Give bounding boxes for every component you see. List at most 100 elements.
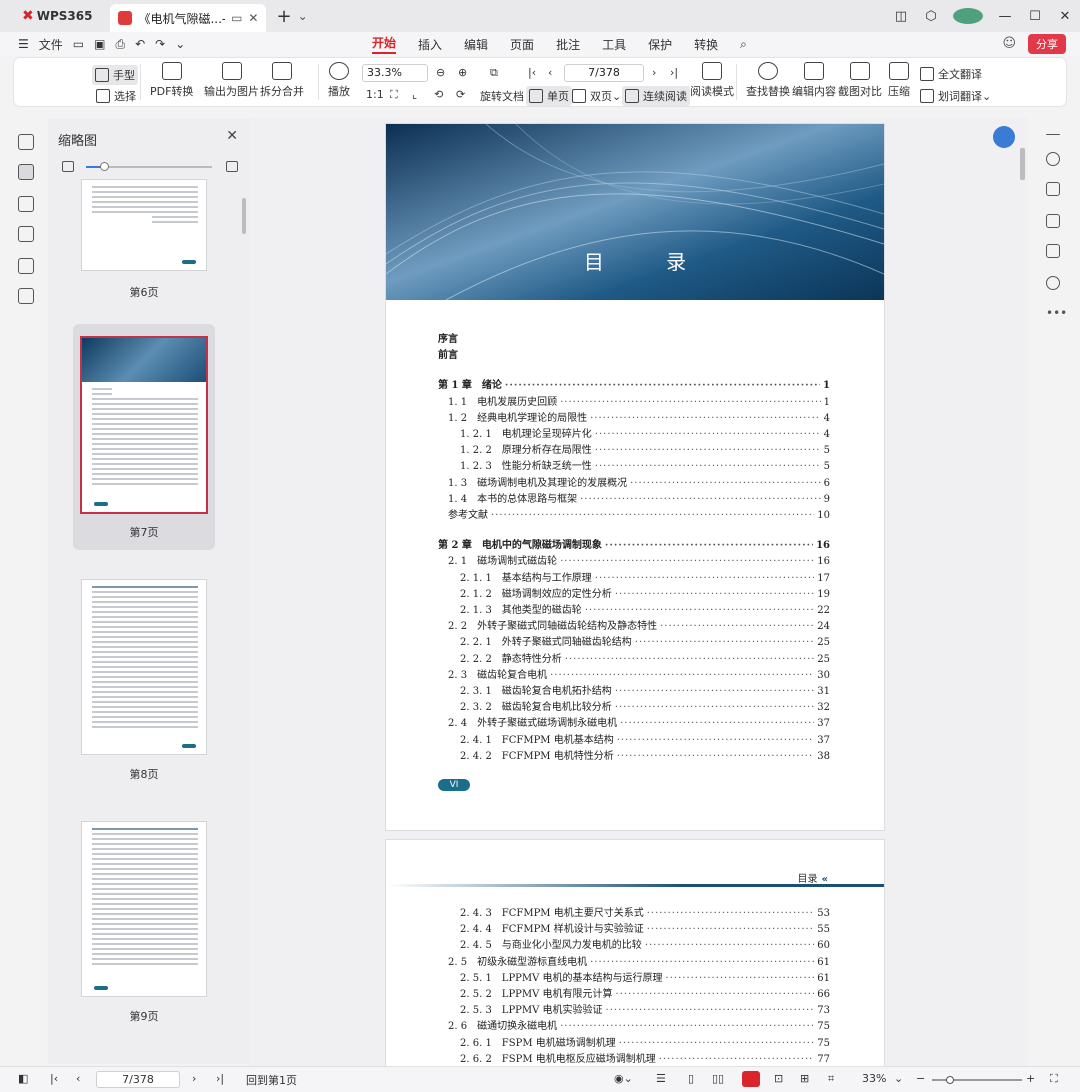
last-page-icon[interactable]: ›| [670,66,678,79]
comment-icon[interactable] [18,196,34,212]
last-page-icon[interactable]: ›| [216,1072,224,1085]
status-page-input[interactable]: 7/378 [96,1071,180,1088]
thumbnail-page-7[interactable]: 第7页 [73,324,215,550]
reading-mode-button[interactable]: 阅读模式 [690,62,734,99]
attachment-icon[interactable] [18,226,34,242]
toc-entry[interactable]: 1. 4 本书的总体思路与框架 ·························… [448,490,830,505]
bookmark-icon[interactable] [18,134,34,150]
rotate-document-button[interactable]: 旋转文档 [480,88,524,104]
zoom-in-icon[interactable]: + [1026,1072,1035,1085]
export-image-button[interactable]: 输出为图片 [204,62,259,99]
translate-side-icon[interactable] [1046,182,1060,196]
single-page-view-icon[interactable]: ▯ [688,1072,694,1085]
document-tab[interactable]: 《电机气隙磁...-7.pdf ▭ ✕ [110,4,267,32]
maximize-icon[interactable]: ☐ [1020,9,1050,24]
toc-entry[interactable]: 2. 4. 3 FCFMPM 电机主要尺寸关系式 ················… [460,904,830,919]
toc-entry[interactable]: 2. 2. 1 外转子聚磁式同轴磁齿轮结构 ···················… [460,633,830,648]
tab-tools[interactable]: 工具 [602,36,626,53]
rotate-left-icon[interactable]: ⟲ [434,88,443,101]
thumbnail-page-6[interactable]: 第6页 [73,180,215,308]
toc-entry[interactable]: 1. 1 电机发展历史回顾 ···························… [448,393,830,408]
wps-home-tab[interactable]: ✖ WPS365 [10,3,104,29]
slider-knob[interactable] [99,162,109,171]
prev-page-icon[interactable]: ‹ [76,1072,80,1085]
toc-entry[interactable]: 2. 2 外转子聚磁式同轴磁齿轮结构及静态特性 ·················… [448,617,830,632]
compress-button[interactable]: 压缩 [888,62,910,99]
toc-entry[interactable]: 2. 1. 2 磁场调制效应的定性分析 ·····················… [460,585,830,600]
search-icon[interactable] [1046,152,1060,166]
tab-insert[interactable]: 插入 [418,36,442,53]
toc-entry[interactable]: 2. 5 初级永磁型游标直线电机 ························… [448,953,830,968]
screenshot-compare-button[interactable]: 截图对比 [838,62,882,99]
close-window-icon[interactable]: ✕ [1050,9,1080,24]
avatar[interactable] [953,8,983,24]
tab-list-chevron-icon[interactable]: ⌄ [298,9,308,23]
back-to-first-page-link[interactable]: 回到第1页 [246,1072,297,1088]
toc-entry[interactable]: 2. 5. 1 LPPMV 电机的基本结构与运行原理 ··············… [460,969,830,984]
toc-entry[interactable]: 2. 4. 2 FCFMPM 电机特性分析 ···················… [460,747,830,762]
close-tab-icon[interactable]: ✕ [248,11,258,25]
toc-entry[interactable]: 2. 3 磁齿轮复合电机 ····························… [448,666,830,681]
more-icon[interactable]: ••• [1046,306,1067,320]
toc-entry[interactable]: 2. 1. 1 基本结构与工作原理 ·······················… [460,569,830,584]
sidebar-toggle-icon[interactable]: ◫ [886,9,916,24]
toc-entry[interactable]: 2. 3. 1 磁齿轮复合电机拓扑结构 ·····················… [460,682,830,697]
layers-icon[interactable] [18,288,34,304]
play-icon[interactable] [742,1071,760,1087]
crop-icon[interactable]: ⌞ [412,88,417,101]
rotate-right-icon[interactable]: ⟳ [456,88,465,101]
toc-entry[interactable]: 2. 3. 2 磁齿轮复合电机比较分析 ·····················… [460,698,830,713]
zoom-chevron-icon[interactable]: ⌄ [894,1072,903,1085]
single-page-button[interactable]: 单页 [526,86,572,106]
search-icon[interactable]: ⌕ [740,37,747,52]
double-page-button[interactable]: 双页 ⌄ [572,88,621,104]
next-page-icon[interactable]: › [192,1072,196,1085]
toc-entry[interactable]: 1. 2. 3 性能分析缺乏统一性 ·······················… [460,457,830,472]
share-button[interactable]: 分享 [1028,34,1066,54]
toc-entry[interactable]: 2. 4. 1 FCFMPM 电机基本结构 ···················… [460,731,830,746]
toc-entry[interactable]: 参考文献 ····································… [448,506,830,521]
tab-page[interactable]: 页面 [510,36,534,53]
toc-entry[interactable]: 2. 2. 2 静态特性分析 ··························… [460,650,830,665]
toc-entry[interactable]: 2. 5. 2 LPPMV 电机有限元计算 ···················… [460,985,830,1000]
undo-icon[interactable]: ↶ [135,37,145,51]
save-icon[interactable]: ▣ [94,37,105,51]
first-page-icon[interactable]: |‹ [528,66,536,79]
panel-toggle-icon[interactable]: ◧ [18,1072,28,1085]
tab-convert[interactable]: 转换 [694,36,718,53]
hand-tool-button[interactable]: 手型 [92,65,138,85]
toc-entry[interactable]: 2. 4 外转子聚磁式磁场调制永磁电机 ·····················… [448,714,830,729]
status-zoom[interactable]: 33% [862,1072,886,1085]
large-thumbnail-icon[interactable] [226,161,238,172]
split-merge-button[interactable]: 拆分合并 [260,62,304,99]
toc-entry[interactable]: 第 1 章 绪论 ································… [438,376,830,391]
help-icon[interactable] [1046,276,1060,290]
tab-edit[interactable]: 编辑 [464,36,488,53]
tab-protect[interactable]: 保护 [648,36,672,53]
toc-entry[interactable]: 2. 6 磁通切换永磁电机 ···························… [448,1017,830,1032]
thumbnail-scrollbar[interactable] [242,198,246,234]
fit-width-icon[interactable]: ⊞ [800,1072,809,1085]
small-thumbnail-icon[interactable] [62,161,74,172]
toc-entry[interactable]: 1. 2. 1 电机理论呈现碎片化 ·······················… [460,425,830,440]
toc-entry[interactable]: 前言 [438,346,830,361]
toc-entry[interactable]: 第 2 章 电机中的气隙磁场调制现象 ······················… [438,536,830,551]
file-menu[interactable]: 文件 [39,36,63,53]
fit-page-icon[interactable]: ⧉ [490,66,498,80]
toc-entry[interactable]: 1. 2 经典电机学理论的局限性 ························… [448,409,830,424]
next-page-icon[interactable]: › [652,66,656,79]
thumbnail-page-8[interactable]: 第8页 [73,566,215,792]
page-number-input[interactable]: 7/378 [564,64,644,82]
settings-sliders-icon[interactable] [1046,214,1060,228]
toc-entry[interactable]: 2. 6. 2 FSPM 电机电枢反应磁场调制机理 ···············… [460,1050,830,1065]
tab-annotate[interactable]: 批注 [556,36,580,53]
fit-icon[interactable]: ⊡ [774,1072,783,1085]
toc-entry[interactable]: 1. 2. 2 原理分析存在局限性 ·······················… [460,441,830,456]
zoom-slider[interactable] [932,1076,1022,1084]
eye-icon[interactable]: ◉⌄ [614,1072,633,1085]
folder-icon[interactable]: ▭ [73,37,84,51]
continuous-view-icon[interactable]: ☰ [656,1072,666,1085]
tab-home[interactable]: 开始 [372,34,397,54]
hamburger-menu-icon[interactable]: ☰ [18,37,29,51]
new-tab-icon[interactable]: + [276,6,291,27]
